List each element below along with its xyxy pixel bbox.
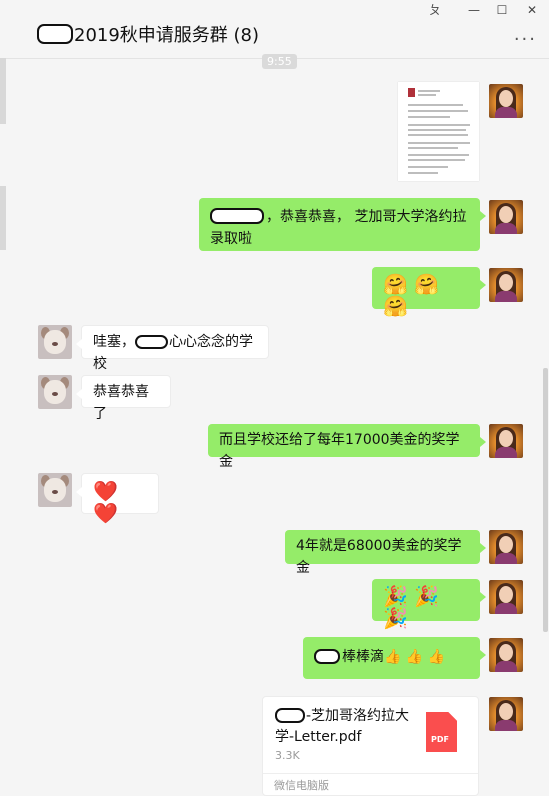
redacted-name <box>275 708 305 723</box>
my-avatar[interactable] <box>489 580 523 614</box>
redacted-name <box>210 208 264 224</box>
message-bubble[interactable]: 🤗 🤗 🤗 <box>372 267 486 317</box>
file-name: -芝加哥洛约拉大 学-Letter.pdf <box>275 708 410 745</box>
message-text: 哇塞， <box>93 334 135 350</box>
my-avatar[interactable] <box>489 84 523 118</box>
file-size: 3.3K <box>275 749 300 762</box>
side-panel-edge <box>0 58 6 124</box>
redacted-name <box>314 649 340 664</box>
message-text: 而且学校还给了每年17000美金的奖学金 <box>219 432 460 470</box>
message-bubble[interactable]: 棒棒滴👍 👍 👍 <box>303 637 486 679</box>
message-bubble[interactable]: 4年就是68000美金的奖学金 <box>285 530 486 576</box>
my-avatar[interactable] <box>489 200 523 234</box>
chat-title-bar: 2019秋申请服务群 (8) ㄆ — ☐ ✕ ... <box>0 0 549 59</box>
message-text: 棒棒滴👍 👍 👍 <box>342 649 446 665</box>
friend-avatar[interactable] <box>38 325 72 359</box>
my-avatar[interactable] <box>489 530 523 564</box>
close-icon[interactable]: ✕ <box>521 2 543 18</box>
my-avatar[interactable] <box>489 638 523 672</box>
university-logo <box>408 88 415 97</box>
my-avatar[interactable] <box>489 424 523 458</box>
friend-avatar[interactable] <box>38 473 72 507</box>
file-message-card[interactable]: -芝加哥洛约拉大 学-Letter.pdf 3.3K PDF 微信电脑版 <box>262 696 479 796</box>
document-image-message[interactable] <box>398 82 479 181</box>
file-source: 微信电脑版 <box>274 779 329 792</box>
my-avatar[interactable] <box>489 268 523 302</box>
chat-title-text: 2019秋申请服务群 (8) <box>74 25 260 46</box>
message-bubble[interactable]: ❤️ ❤️ <box>76 473 159 524</box>
emoji-text: 🤗 🤗 🤗 <box>383 272 440 318</box>
emoji-text: 🎉 🎉 🎉 <box>383 584 440 630</box>
message-bubble[interactable]: ，恭喜恭喜， 芝加哥大学洛约拉 录取啦 <box>199 198 486 251</box>
redacted-name <box>37 24 73 44</box>
message-bubble[interactable]: 哇塞， 心心念念的学校 <box>76 325 269 372</box>
more-icon[interactable]: ... <box>514 24 537 45</box>
pdf-file-icon: PDF <box>426 712 457 752</box>
maximize-icon[interactable]: ☐ <box>491 2 513 18</box>
minimize-icon[interactable]: — <box>463 2 485 18</box>
chat-title: 2019秋申请服务群 (8) <box>37 21 259 47</box>
chat-scrollbar[interactable] <box>543 368 548 632</box>
side-panel-edge <box>0 186 6 250</box>
message-bubble[interactable]: 🎉 🎉 🎉 <box>372 579 486 629</box>
message-text: 恭喜恭喜了 <box>93 384 149 422</box>
message-timestamp: 9:55 <box>262 54 297 69</box>
pin-icon[interactable]: ㄆ <box>424 2 446 18</box>
my-avatar[interactable] <box>489 697 523 731</box>
divider <box>263 773 478 774</box>
message-text: 4年就是68000美金的奖学金 <box>296 538 462 576</box>
message-bubble[interactable]: 恭喜恭喜了 <box>76 375 171 422</box>
friend-avatar[interactable] <box>38 375 72 409</box>
redacted-name <box>135 335 168 349</box>
message-text: 录取啦 <box>210 231 252 247</box>
emoji-text: ❤️ ❤️ <box>93 479 118 525</box>
message-bubble[interactable]: 而且学校还给了每年17000美金的奖学金 <box>208 424 486 470</box>
message-text: ，恭喜恭喜， 芝加哥大学洛约拉 <box>266 209 467 225</box>
